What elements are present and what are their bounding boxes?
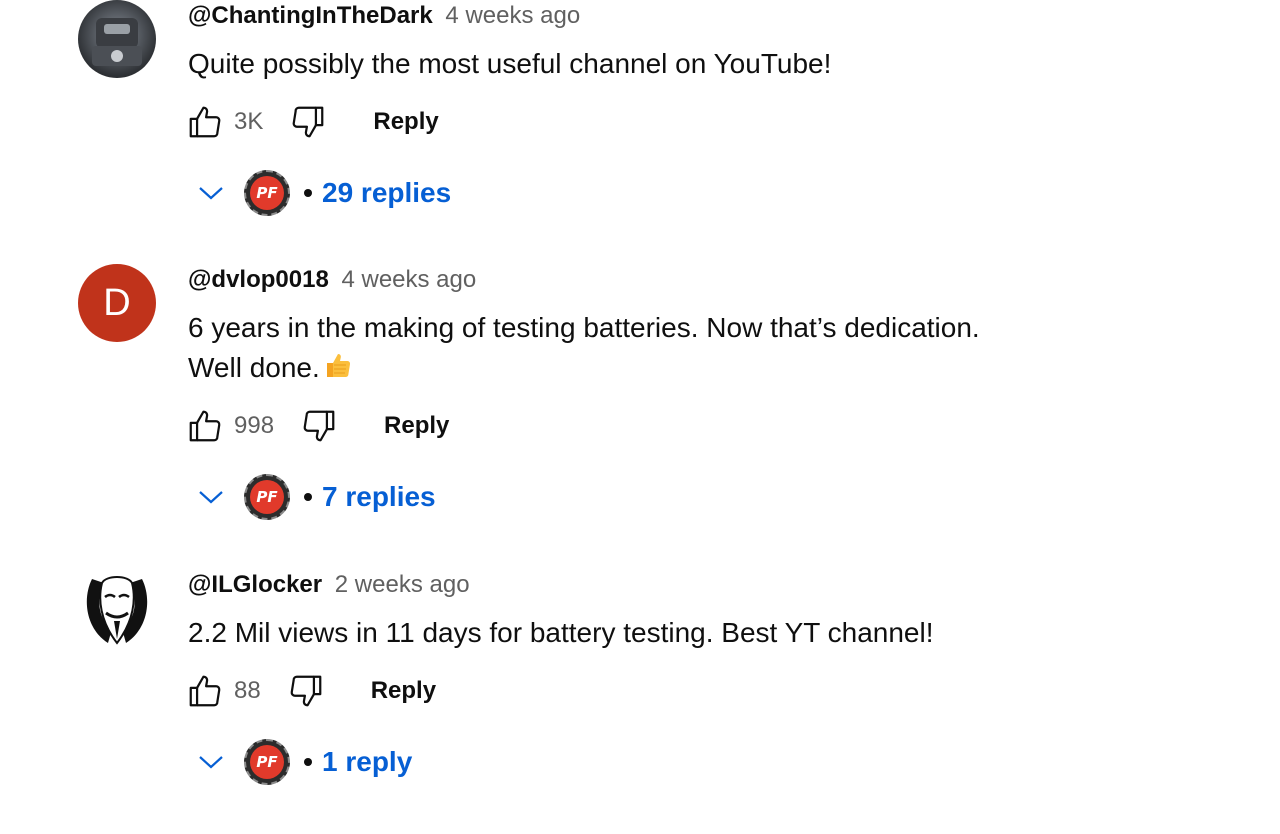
thumbs-up-icon [189,675,221,707]
chevron-down-icon [196,178,226,208]
thumbs-down-icon [290,675,322,707]
thumbs-down-icon [293,106,324,138]
dislike-button[interactable] [300,407,338,445]
creator-badge-text: PF [250,745,284,779]
creator-badge-text: PF [250,480,284,514]
comment-text: 6 years in the making of testing batteri… [188,308,980,388]
reply-button[interactable]: Reply [384,412,449,440]
comment-thread: @ChantingInTheDark 4 weeks ago Quite pos… [0,0,1280,265]
comment-text: Quite possibly the most useful channel o… [188,44,831,84]
like-count: 998 [234,412,275,439]
comment-toolbar: 88 Reply [186,671,436,711]
thumbs-up-icon [189,106,221,138]
author-name[interactable]: @ILGlocker [188,571,322,598]
comment-time[interactable]: 2 weeks ago [335,571,470,598]
replies-toggle[interactable]: PF 1 reply [196,737,412,787]
author-name[interactable]: @ChantingInTheDark [188,2,433,29]
creator-avatar: PF [244,170,290,216]
separator-dot [304,189,312,197]
comment-text: 2.2 Mil views in 11 days for battery tes… [188,613,934,653]
like-count: 3K [234,108,264,135]
chevron-down-icon [196,747,226,777]
comment-toolbar: 3K Reply [186,102,439,142]
like-button[interactable] [186,103,224,141]
comment-text-fragment: Well done. [188,352,320,383]
thumbs-down-icon [303,410,335,442]
view-replies-link[interactable]: 29 replies [322,177,451,209]
comment-toolbar: 998 Reply [186,406,449,446]
comment-time[interactable]: 4 weeks ago [341,266,476,293]
avatar[interactable] [78,0,156,78]
avatar-letter: D [103,281,131,324]
creator-avatar: PF [244,474,290,520]
reply-button[interactable]: Reply [373,108,438,136]
comment-header: @ILGlocker 2 weeks ago [188,571,470,599]
separator-dot [304,758,312,766]
comment-text-line: Well done. [188,348,980,388]
replies-toggle[interactable]: PF 29 replies [196,168,451,218]
like-count: 88 [234,677,261,704]
comment-text-line: 6 years in the making of testing batteri… [188,312,980,343]
replies-toggle[interactable]: PF 7 replies [196,472,436,522]
creator-avatar: PF [244,739,290,785]
comment-thread: @ILGlocker 2 weeks ago 2.2 Mil views in … [0,569,1280,834]
like-button[interactable] [186,407,224,445]
comment-header: @dvlop0018 4 weeks ago [188,266,476,294]
comment-time[interactable]: 4 weeks ago [445,2,580,29]
author-name[interactable]: @dvlop0018 [188,266,329,293]
comment-thread: D @dvlop0018 4 weeks ago 6 years in the … [0,264,1280,529]
thumbs-up-emoji-icon [326,354,350,378]
comment-text-line: Quite possibly the most useful channel o… [188,48,832,79]
chevron-down-icon [196,482,226,512]
dislike-button[interactable] [287,672,325,710]
like-button[interactable] [186,672,224,710]
reply-button[interactable]: Reply [371,677,436,705]
comment-text-line: 2.2 Mil views in 11 days for battery tes… [188,617,934,648]
dislike-button[interactable] [289,103,327,141]
avatar[interactable]: D [78,264,156,342]
view-replies-link[interactable]: 7 replies [322,481,436,513]
avatar[interactable] [78,569,156,647]
separator-dot [304,493,312,501]
thumbs-up-icon [189,410,221,442]
view-replies-link[interactable]: 1 reply [322,746,412,778]
comment-header: @ChantingInTheDark 4 weeks ago [188,2,580,30]
creator-badge-text: PF [250,176,284,210]
